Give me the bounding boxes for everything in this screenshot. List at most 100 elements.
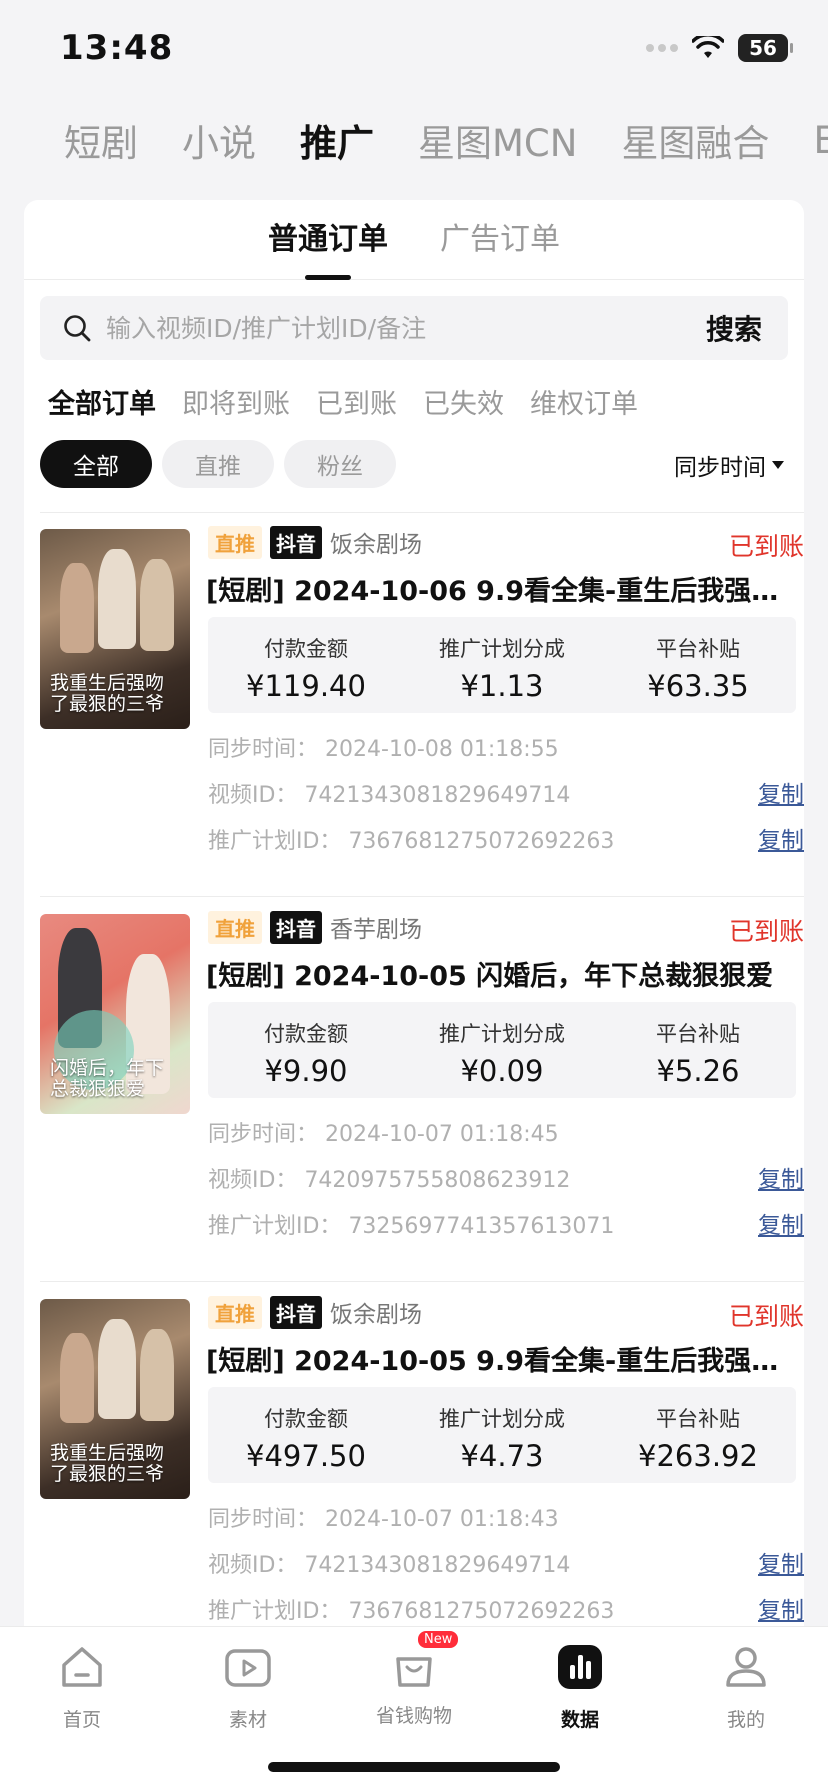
sort-label: 同步时间 (674, 455, 766, 481)
user-icon (726, 1647, 766, 1687)
filter-pending[interactable]: 即将到账 (182, 382, 290, 421)
drama-poster: 我重生后强吻了最狠的三爷 (40, 529, 190, 729)
home-indicator (268, 1762, 560, 1772)
filter-received[interactable]: 已到账 (316, 382, 397, 421)
plan-share: 推广计划分成 ¥1.13 (439, 637, 565, 703)
video-id: 视频ID： 7421343081829649714 (208, 783, 571, 808)
plan-share: 推广计划分成 ¥0.09 (439, 1022, 565, 1088)
chip-direct[interactable]: 直推 (162, 440, 274, 488)
search-input[interactable] (106, 313, 706, 343)
plan-id: 推广计划ID： 7325697741357613071 (208, 1214, 615, 1239)
copy-video-id-button[interactable]: 复制 (758, 1160, 804, 1194)
platform-name: 香芋剧场 (330, 917, 422, 943)
nav-shopping-label: 省钱购物 (375, 1705, 452, 1727)
new-badge: New (418, 1631, 459, 1648)
chip-fans[interactable]: 粉丝 (284, 440, 396, 488)
bottom-nav: 首页 素材 New 省钱购物 数据 我的 (0, 1626, 828, 1792)
nav-profile-label: 我的 (726, 1709, 765, 1731)
nav-materials-label: 素材 (228, 1709, 267, 1731)
copy-plan-id-button[interactable]: 复制 (758, 1206, 804, 1240)
poster-title: 闪婚后，年下总裁狠狠爱 (50, 1057, 165, 1101)
search-button[interactable]: 搜索 (706, 308, 762, 348)
order-item[interactable]: 我重生后强吻了最狠的三爷 直推 抖音 饭余剧场 已到账 [短剧] 2024-10… (40, 513, 804, 897)
order-tags: 直推 抖音 饭余剧场 (208, 525, 422, 559)
order-title: [短剧] 2024-10-06 9.9看全集-重生后我强吻了最狠的三爷 (206, 576, 800, 607)
amounts-panel: 付款金额 ¥119.40 推广计划分成 ¥1.13 平台补贴 ¥63.35 (208, 617, 796, 713)
plan-share: 推广计划分成 ¥4.73 (439, 1407, 565, 1473)
order-title: [短剧] 2024-10-05 9.9看全集-重生后我强吻了最狠的三爷 (206, 1346, 800, 1377)
order-status: 已到账 (728, 532, 804, 561)
sort-dropdown[interactable]: 同步时间 (674, 448, 784, 482)
tab-short-drama[interactable]: 短剧 (64, 113, 138, 167)
sync-time: 同步时间： 2024-10-07 01:18:43 (208, 1507, 559, 1532)
order-item[interactable]: 我重生后强吻了最狠的三爷 直推 抖音 饭余剧场 已到账 [短剧] 2024-10… (40, 1283, 804, 1630)
filter-expired[interactable]: 已失效 (423, 382, 504, 421)
platform-name: 饭余剧场 (330, 1302, 422, 1328)
plan-id: 推广计划ID： 7367681275072692263 (208, 1599, 615, 1624)
pay-amount: 付款金额 ¥9.90 (264, 1022, 348, 1088)
wifi-icon (692, 36, 724, 58)
bar-chart-icon (558, 1645, 602, 1689)
status-bar: 13:48 56 (0, 0, 828, 100)
video-id: 视频ID： 7420975755808623912 (208, 1168, 571, 1193)
search-icon (64, 315, 91, 342)
tab-overflow[interactable]: E (813, 119, 828, 162)
filter-rights-protection[interactable]: 维权订单 (530, 382, 638, 421)
amounts-panel: 付款金额 ¥9.90 推广计划分成 ¥0.09 平台补贴 ¥5.26 (208, 1002, 796, 1098)
pay-amount: 付款金额 ¥497.50 (246, 1407, 366, 1473)
tag-direct: 直推 (208, 1295, 262, 1329)
poster-title: 我重生后强吻了最狠的三爷 (50, 672, 165, 716)
tag-douyin: 抖音 (270, 910, 322, 944)
battery-icon: 56 (738, 34, 793, 62)
copy-plan-id-button[interactable]: 复制 (758, 1591, 804, 1625)
home-icon (62, 1647, 102, 1687)
drama-poster: 我重生后强吻了最狠的三爷 (40, 1299, 190, 1499)
tag-douyin: 抖音 (270, 525, 322, 559)
order-tags: 直推 抖音 香芋剧场 (208, 910, 422, 944)
order-status: 已到账 (728, 1302, 804, 1331)
signal-dots-icon (646, 44, 678, 52)
tab-promotion[interactable]: 推广 (300, 113, 374, 167)
tab-ad-orders[interactable]: 广告订单 (440, 200, 560, 280)
sync-time: 同步时间： 2024-10-07 01:18:45 (208, 1122, 559, 1147)
nav-home-label: 首页 (62, 1709, 101, 1731)
order-title: [短剧] 2024-10-05 闪婚后，年下总裁狠狠爱 (206, 961, 774, 992)
copy-video-id-button[interactable]: 复制 (758, 775, 804, 809)
tab-xingtu-fusion[interactable]: 星图融合 (621, 113, 769, 167)
drama-poster: 闪婚后，年下总裁狠狠爱 (40, 914, 190, 1114)
nav-data[interactable]: 数据 (520, 1639, 640, 1732)
poster-title: 我重生后强吻了最狠的三爷 (50, 1442, 165, 1486)
orders-card: 普通订单 广告订单 搜索 全部订单 即将到账 已到账 已失效 维权订单 全部 直… (24, 200, 804, 1630)
copy-video-id-button[interactable]: 复制 (758, 1545, 804, 1579)
status-time: 13:48 (60, 28, 174, 68)
amounts-panel: 付款金额 ¥497.50 推广计划分成 ¥4.73 平台补贴 ¥263.92 (208, 1387, 796, 1483)
nav-home[interactable]: 首页 (22, 1639, 142, 1732)
tab-novel[interactable]: 小说 (182, 113, 256, 167)
tag-direct: 直推 (208, 910, 262, 944)
order-status: 已到账 (728, 917, 804, 946)
category-tabs: 短剧 小说 推广 星图MCN 星图融合 E (64, 112, 828, 168)
video-id: 视频ID： 7421343081829649714 (208, 1553, 571, 1578)
nav-shopping[interactable]: New 省钱购物 (354, 1631, 474, 1728)
nav-data-label: 数据 (560, 1709, 599, 1731)
sync-time: 同步时间： 2024-10-08 01:18:55 (208, 737, 559, 762)
platform-subsidy: 平台补贴 ¥263.92 (638, 1407, 758, 1473)
platform-name: 饭余剧场 (330, 532, 422, 558)
copy-plan-id-button[interactable]: 复制 (758, 821, 804, 855)
filter-all-orders[interactable]: 全部订单 (48, 382, 156, 421)
status-icons: 56 (646, 34, 793, 62)
tag-douyin: 抖音 (270, 1295, 322, 1329)
order-tags: 直推 抖音 饭余剧场 (208, 1295, 422, 1329)
nav-materials[interactable]: 素材 (188, 1639, 308, 1732)
source-chips: 全部 直推 粉丝 (40, 440, 396, 488)
tab-xingtu-mcn[interactable]: 星图MCN (418, 113, 577, 167)
order-item[interactable]: 闪婚后，年下总裁狠狠爱 直推 抖音 香芋剧场 已到账 [短剧] 2024-10-… (40, 898, 804, 1282)
status-filters: 全部订单 即将到账 已到账 已失效 维权订单 (48, 382, 638, 421)
platform-subsidy: 平台补贴 ¥5.26 (656, 1022, 740, 1088)
caret-down-icon (772, 461, 784, 469)
tab-normal-orders[interactable]: 普通订单 (268, 200, 388, 280)
chip-all[interactable]: 全部 (40, 440, 152, 488)
plan-id: 推广计划ID： 7367681275072692263 (208, 829, 615, 854)
play-icon (225, 1649, 271, 1687)
nav-profile[interactable]: 我的 (686, 1639, 806, 1732)
